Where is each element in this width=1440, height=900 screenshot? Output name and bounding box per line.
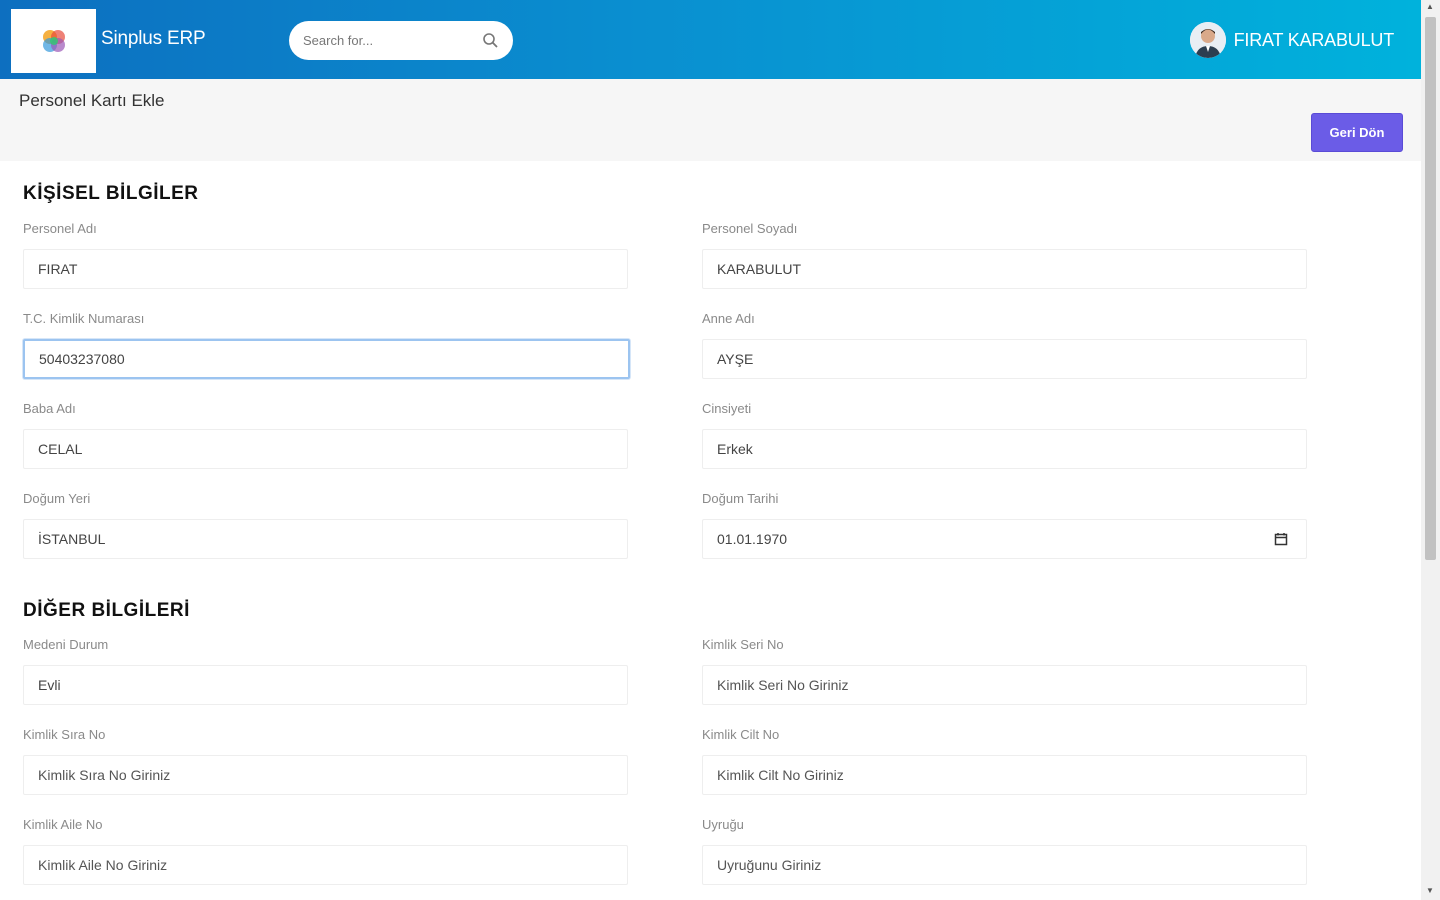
scrollbar-thumb[interactable] [1425,17,1436,560]
scroll-up-icon[interactable]: ▲ [1426,2,1434,11]
id-volume-no-input[interactable] [702,755,1307,795]
brand-name: Sinplus ERP [101,28,206,49]
tc-no-label: T.C. Kimlik Numarası [23,311,145,326]
last-name-label: Personel Soyadı [702,221,798,236]
birth-date-label: Doğum Tarihi [702,491,779,506]
top-navbar: Sinplus ERP FIRAT KARABULUT [0,0,1421,79]
page-title: Personel Kartı Ekle [19,91,165,110]
search-icon[interactable] [482,32,499,49]
tc-no-input[interactable] [23,339,630,379]
mother-name-input[interactable] [702,339,1307,379]
back-button[interactable]: Geri Dön [1311,113,1403,152]
scroll-down-icon[interactable]: ▼ [1426,886,1434,895]
mother-name-label: Anne Adı [702,311,755,326]
birth-place-input[interactable] [23,519,628,559]
id-sequence-no-input[interactable] [23,755,628,795]
birth-place-label: Doğum Yeri [23,491,91,506]
section-title-personal: KİŞİSEL BİLGİLER [23,183,199,204]
user-name: FIRAT KARABULUT [1233,29,1395,50]
nationality-input[interactable] [702,845,1307,885]
marital-status-input[interactable] [23,665,628,705]
page-scrollbar[interactable]: ▲ ▼ [1421,0,1440,900]
user-menu[interactable]: FIRAT KARABULUT [1189,22,1395,58]
id-serial-no-input[interactable] [702,665,1307,705]
sinplus-logo-icon [42,30,65,52]
father-name-label: Baba Adı [23,401,76,416]
page-header: Personel Kartı Ekle Geri Dön [0,79,1421,161]
gender-label: Cinsiyeti [702,401,752,416]
logo[interactable] [11,9,96,73]
nationality-label: Uyruğu [702,817,744,832]
search-input[interactable] [303,33,473,48]
birth-date-input[interactable] [702,519,1307,559]
id-family-no-input[interactable] [23,845,628,885]
first-name-label: Personel Adı [23,221,97,236]
id-sequence-no-label: Kimlik Sıra No [23,727,106,742]
user-avatar-icon [1189,22,1226,58]
id-volume-no-label: Kimlik Cilt No [702,727,780,742]
section-title-other: DİĞER BİLGİLERİ [23,600,190,621]
calendar-icon[interactable] [1274,532,1288,546]
last-name-input[interactable] [702,249,1307,289]
gender-input[interactable] [702,429,1307,469]
search-box [289,21,513,60]
id-family-no-label: Kimlik Aile No [23,817,103,832]
first-name-input[interactable] [23,249,628,289]
marital-status-label: Medeni Durum [23,637,109,652]
father-name-input[interactable] [23,429,628,469]
id-serial-no-label: Kimlik Seri No [702,637,784,652]
